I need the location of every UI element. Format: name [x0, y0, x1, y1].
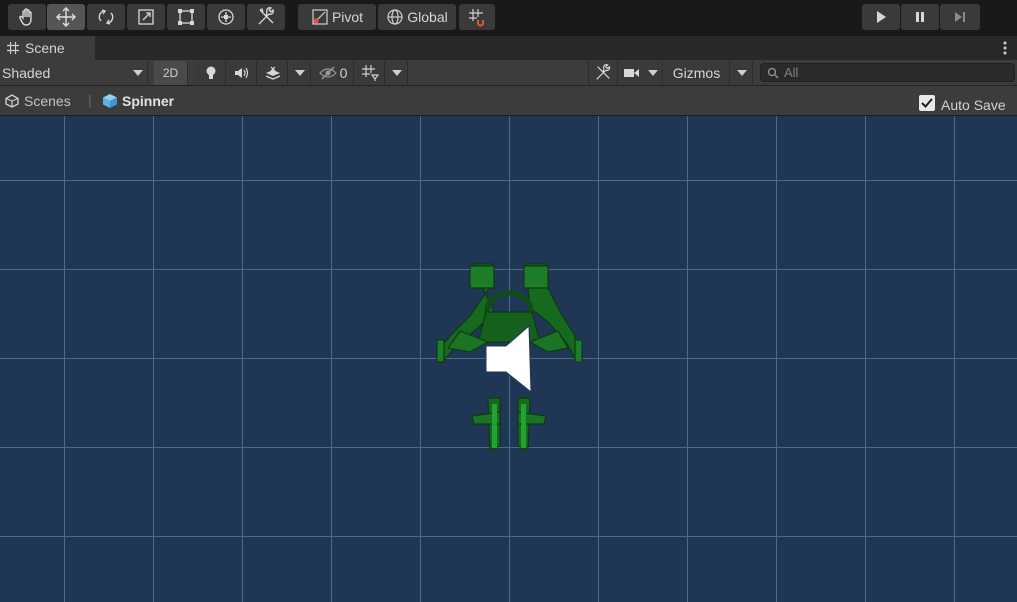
tab-bar: Scene	[0, 36, 1017, 60]
grid-snap-icon	[469, 9, 484, 27]
pivot-toggle[interactable]: Pivot	[298, 4, 376, 30]
play-icon	[877, 11, 886, 23]
pivot-icon	[312, 9, 328, 25]
mode-2d-label: 2D	[162, 66, 179, 80]
pause-button[interactable]	[901, 4, 939, 30]
global-label: Global	[407, 9, 448, 25]
rect-icon	[178, 9, 194, 25]
camera-icon	[623, 69, 639, 77]
tools-icon	[258, 7, 274, 25]
viewport-canvas	[0, 116, 1017, 602]
effects-toggle[interactable]	[258, 61, 288, 85]
pause-icon	[916, 12, 924, 22]
rotate-tool-button[interactable]	[87, 4, 125, 30]
rotate-icon	[98, 9, 114, 25]
prefab-icon	[103, 94, 117, 108]
grid-dropdown[interactable]	[386, 61, 408, 85]
kebab-menu-icon[interactable]	[999, 40, 1011, 56]
tools-toggle[interactable]	[588, 61, 618, 85]
gizmos-toggle[interactable]: Gizmos	[664, 61, 730, 85]
search-placeholder: All	[784, 65, 799, 80]
hidden-eye-icon	[318, 66, 337, 80]
scene-viewport[interactable]	[0, 116, 1017, 602]
layers-icon	[265, 66, 280, 80]
lightbulb-icon	[206, 66, 215, 79]
tools-icon	[596, 64, 611, 80]
audio-toggle[interactable]	[227, 61, 257, 85]
scene-toolbar: Shaded 2D 0 Gizmos All	[0, 60, 1017, 86]
transform-tool-button[interactable]	[207, 4, 245, 30]
tab-scene-label: Scene	[25, 40, 65, 56]
grid-icon	[7, 42, 19, 54]
chevron-down-icon	[648, 70, 659, 76]
grid-toggle-icon	[361, 65, 379, 81]
grid-visibility-toggle[interactable]	[355, 61, 385, 85]
chevron-down-icon	[736, 70, 747, 76]
effects-dropdown[interactable]	[289, 61, 311, 85]
gizmos-dropdown[interactable]	[731, 61, 753, 85]
chevron-down-icon	[294, 70, 305, 76]
checkmark-icon	[921, 98, 933, 108]
chevron-down-icon	[391, 70, 402, 76]
move-icon	[56, 7, 76, 27]
draw-mode-dropdown[interactable]: Shaded	[0, 61, 148, 85]
draw-mode-value: Shaded	[2, 65, 51, 81]
breadcrumb-separator: |	[88, 92, 92, 108]
hand-tool-button[interactable]	[8, 4, 46, 30]
hidden-count: 0	[339, 65, 348, 81]
step-icon	[955, 12, 965, 22]
lighting-toggle[interactable]	[196, 61, 226, 85]
auto-save-checkbox[interactable]	[919, 95, 935, 111]
breadcrumb-scenes[interactable]: Scenes	[24, 93, 71, 109]
chevron-down-icon	[133, 70, 143, 76]
main-toolbar: Pivot Global	[0, 0, 1017, 36]
breadcrumb: Scenes | Spinner Auto Save	[0, 86, 1017, 116]
mode-2d-toggle[interactable]: 2D	[154, 61, 188, 85]
play-button[interactable]	[862, 4, 900, 30]
scale-icon	[138, 9, 154, 25]
move-tool-button[interactable]	[47, 4, 85, 30]
tab-scene[interactable]: Scene	[0, 36, 95, 60]
search-input[interactable]: All	[760, 63, 1015, 82]
global-toggle[interactable]: Global	[378, 4, 456, 30]
rect-tool-button[interactable]	[167, 4, 205, 30]
audio-icon	[234, 67, 248, 79]
camera-dropdown[interactable]	[619, 61, 663, 85]
scene-visibility-toggle[interactable]: 0	[312, 61, 354, 85]
pivot-label: Pivot	[331, 9, 364, 25]
auto-save-label: Auto Save	[941, 97, 1006, 113]
search-icon	[767, 67, 779, 78]
custom-tool-button[interactable]	[247, 4, 285, 30]
step-button[interactable]	[940, 4, 980, 30]
breadcrumb-current[interactable]: Spinner	[122, 93, 174, 109]
transform-icon	[218, 9, 234, 25]
gizmos-label: Gizmos	[672, 65, 721, 81]
unity-logo-icon	[5, 94, 19, 108]
grid-snap-button[interactable]	[459, 4, 495, 30]
hand-icon	[19, 8, 32, 26]
scale-tool-button[interactable]	[127, 4, 165, 30]
globe-icon	[387, 9, 403, 25]
